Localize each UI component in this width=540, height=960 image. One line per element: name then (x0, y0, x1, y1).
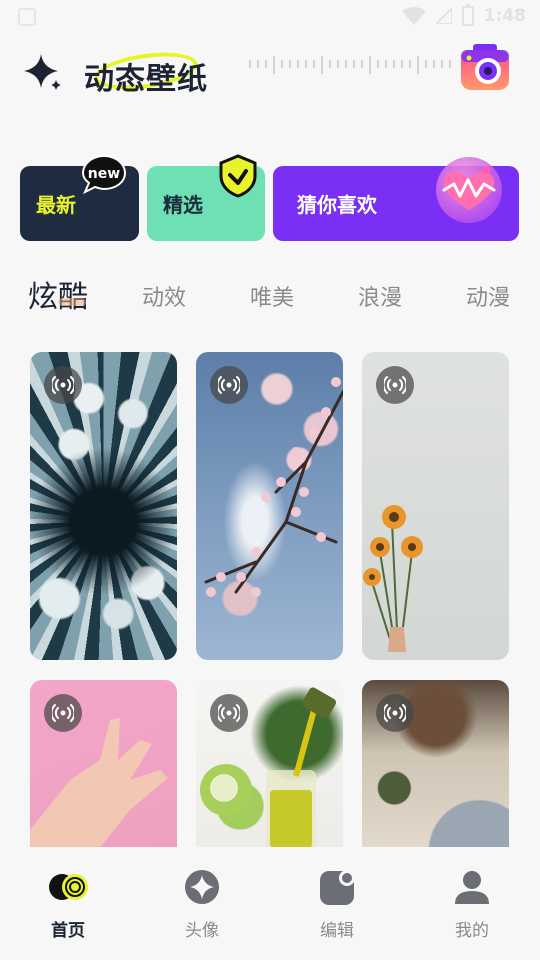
wallpaper-card[interactable] (196, 680, 343, 847)
nav-profile[interactable]: 我的 (432, 868, 512, 948)
signal-icon (435, 8, 452, 24)
new-badge-icon: new (82, 154, 126, 194)
live-broadcast-icon (44, 694, 82, 732)
tab-anime[interactable]: 动漫 (466, 280, 510, 312)
home-icon (49, 874, 88, 900)
status-time: 1:48 (483, 6, 526, 26)
wallpaper-grid (30, 352, 510, 847)
sparkle-icon[interactable] (24, 52, 62, 90)
live-broadcast-icon (210, 694, 248, 732)
category-guess-label: 猜你喜欢 (297, 193, 377, 217)
new-badge-text: new (88, 166, 120, 182)
category-featured-label: 精选 (163, 193, 203, 217)
tab-animation[interactable]: 动效 (142, 280, 186, 312)
live-broadcast-icon (376, 366, 414, 404)
nav-edit[interactable]: 编辑 (297, 868, 377, 948)
app-header: 动态壁纸 (0, 36, 540, 116)
nav-home-label: 首页 (51, 921, 85, 941)
nav-profile-label: 我的 (455, 921, 489, 941)
wallpaper-card[interactable] (362, 680, 509, 847)
category-row: 最新 new 精选 猜你喜欢 (0, 154, 540, 242)
nav-home[interactable]: 首页 (28, 868, 108, 948)
active-tab-indicator (58, 298, 86, 306)
wallpaper-card[interactable] (362, 352, 509, 660)
battery-icon (461, 4, 474, 26)
camera-icon[interactable] (460, 44, 510, 94)
category-latest-label: 最新 (36, 193, 76, 217)
status-bar: 1:48 (0, 0, 540, 36)
status-icons: 1:48 (401, 4, 526, 26)
app-title-wrap: 动态壁纸 (84, 46, 224, 97)
live-broadcast-icon (210, 366, 248, 404)
avatar-icon (185, 870, 219, 904)
tab-aesthetic[interactable]: 唯美 (250, 280, 294, 312)
shield-check-icon (219, 154, 257, 198)
wallpaper-card[interactable] (30, 680, 177, 847)
ruler-decoration (249, 56, 451, 74)
notification-icon (18, 8, 36, 26)
tab-cool[interactable]: 炫酷 (28, 272, 88, 316)
wallpaper-card[interactable] (30, 352, 177, 660)
profile-icon (455, 871, 489, 904)
category-tabs: 炫酷 动效 唯美 浪漫 动漫 (28, 272, 528, 316)
wallpaper-card[interactable] (196, 352, 343, 660)
live-broadcast-icon (44, 366, 82, 404)
nav-avatar-label: 头像 (185, 921, 219, 941)
nav-edit-label: 编辑 (320, 921, 354, 941)
edit-icon (320, 870, 355, 905)
nav-avatar[interactable]: 头像 (162, 868, 242, 948)
tab-romantic[interactable]: 浪漫 (358, 280, 402, 312)
app-title: 动态壁纸 (84, 62, 208, 97)
wifi-icon (401, 7, 426, 25)
bottom-nav: 首页 头像 编辑 我的 (0, 848, 540, 960)
heart-icon (436, 157, 502, 223)
live-broadcast-icon (376, 694, 414, 732)
